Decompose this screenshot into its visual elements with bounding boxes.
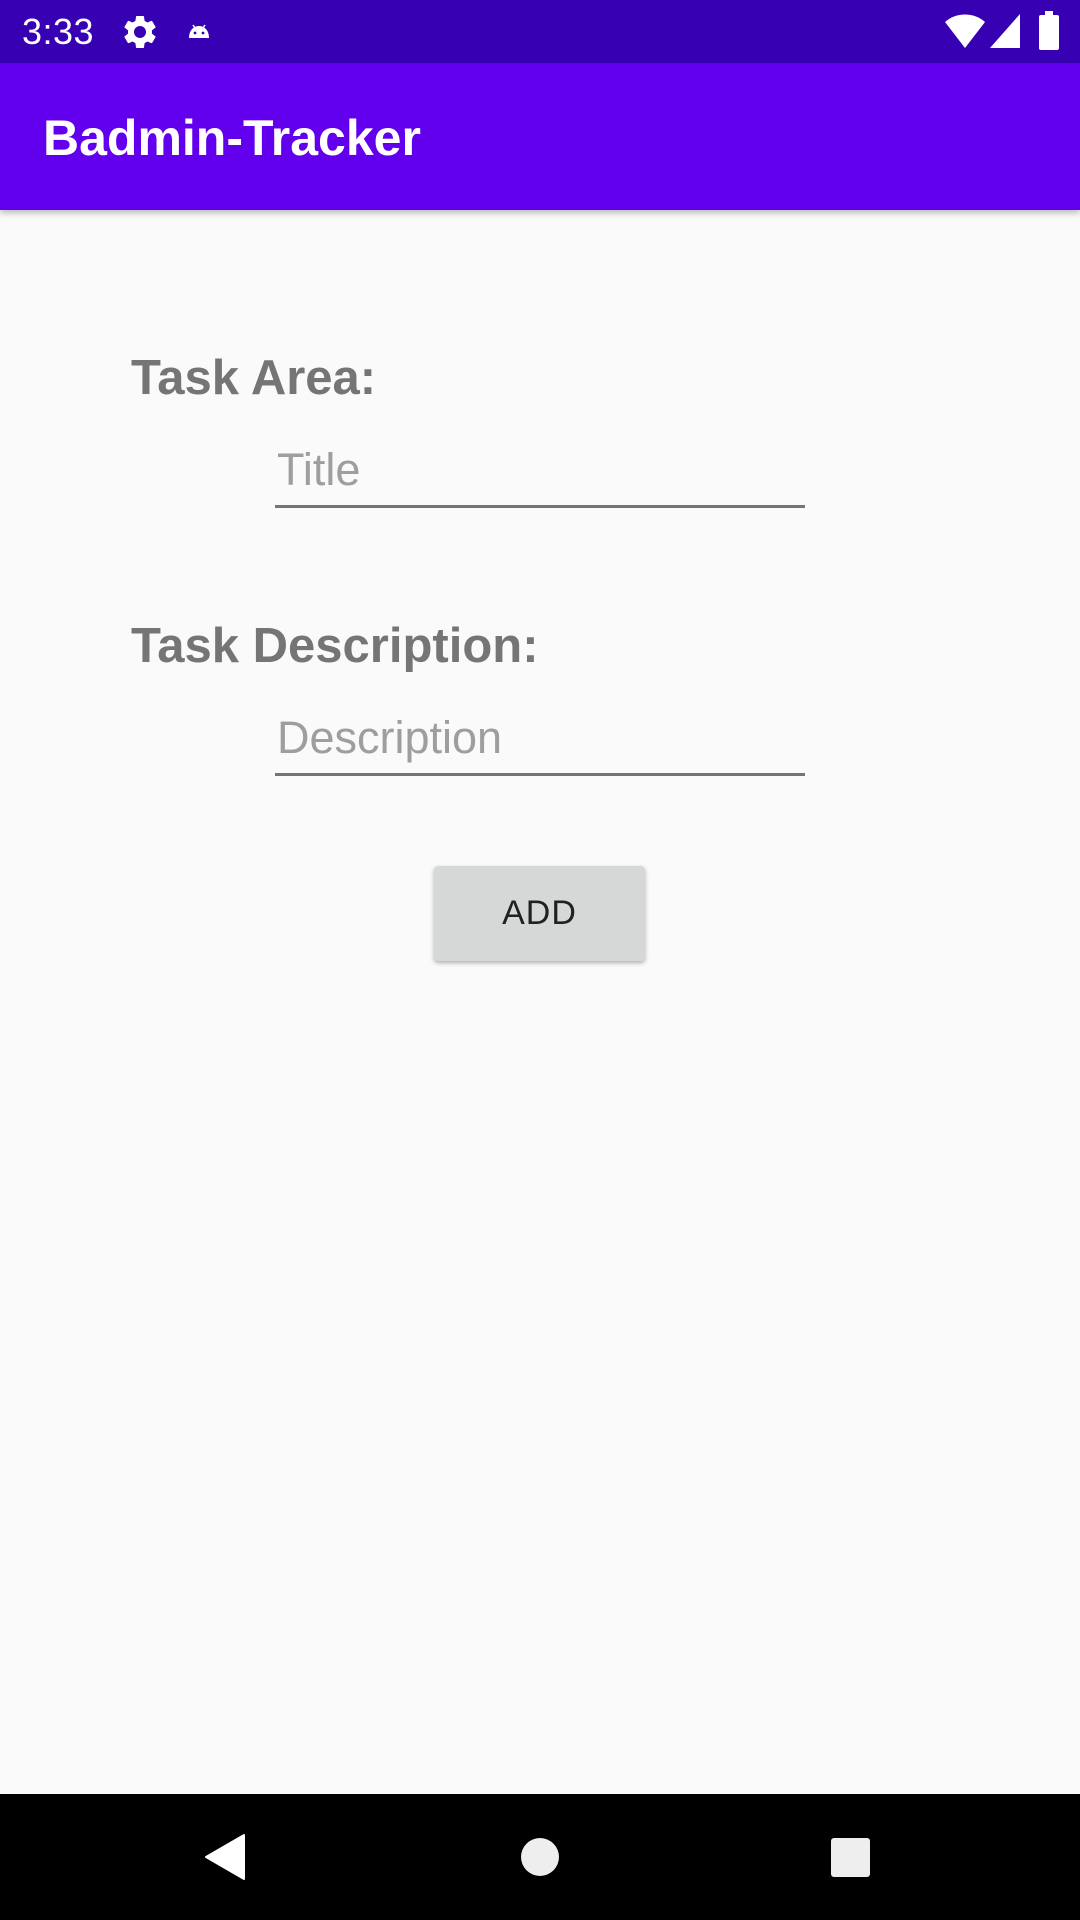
recents-icon[interactable] [810,1817,890,1897]
back-icon[interactable] [186,1817,266,1897]
navigation-bar [0,1794,1080,1920]
status-time: 3:33 [22,11,95,52]
signal-icon [990,14,1020,48]
title-input[interactable] [275,438,805,508]
status-bar: 3:33 [0,0,1080,63]
settings-icon [124,15,156,48]
battery-icon [1039,11,1059,50]
wifi-icon [945,14,985,48]
task-description-label: Task Description: [131,619,539,673]
android-icon [189,24,209,38]
app-title: Badmin-Tracker [43,110,421,166]
description-input[interactable] [275,706,805,776]
app-bar: Badmin-Tracker [0,63,1080,210]
home-icon[interactable] [500,1817,580,1897]
task-area-label: Task Area: [131,351,377,405]
add-button[interactable]: ADD [434,866,645,961]
